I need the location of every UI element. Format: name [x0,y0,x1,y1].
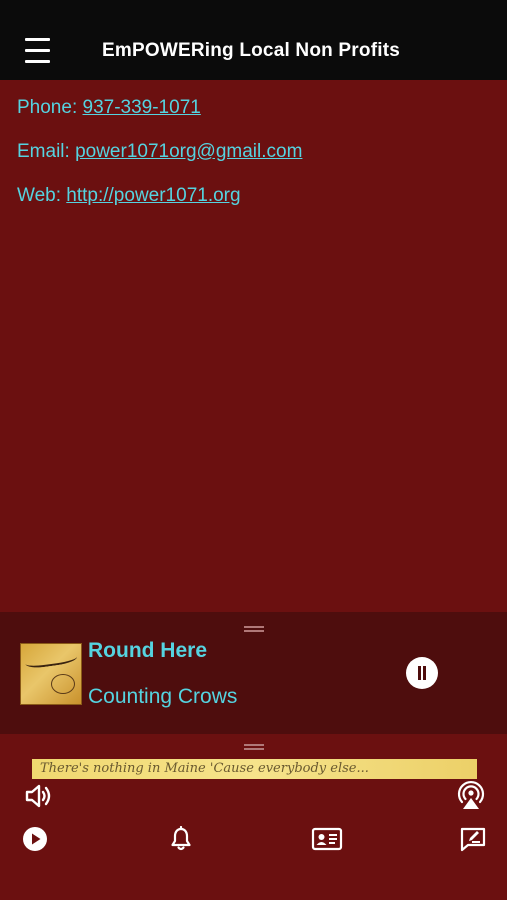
hamburger-menu-icon[interactable] [25,38,50,64]
page-title: EmPOWERing Local Non Profits [102,40,401,61]
drag-handle[interactable] [244,626,264,632]
bell-icon[interactable] [169,826,193,852]
email-line: Email: power1071org@gmail.com [17,140,302,184]
album-art [20,643,82,705]
pause-button[interactable] [406,657,438,689]
message-edit-icon[interactable] [459,826,487,852]
track-title: Round Here [88,639,208,662]
contact-info: Phone: 937-339-1071 Email: power1071org@… [17,96,302,228]
track-artist: Counting Crows [88,685,238,708]
email-label: Email: [17,141,76,162]
lyrics-ticker: There's nothing in Maine 'Cause everybod… [32,759,477,779]
phone-label: Phone: [17,97,83,118]
airplay-broadcast-icon[interactable] [455,780,487,812]
speaker-volume-icon[interactable] [24,782,54,810]
contact-card-icon[interactable] [311,826,343,852]
phone-link[interactable]: 937-339-1071 [83,97,201,118]
phone-line: Phone: 937-339-1071 [17,96,302,140]
app-header: EmPOWERing Local Non Profits [0,0,507,80]
web-line: Web: http://power1071.org [17,184,302,228]
web-link[interactable]: http://power1071.org [66,185,240,206]
now-playing-bar: Round Here Counting Crows [0,612,507,734]
email-link[interactable]: power1071org@gmail.com [75,141,302,162]
play-circle-icon[interactable] [22,826,48,852]
drawer-handle[interactable] [244,744,264,750]
web-label: Web: [17,185,67,206]
